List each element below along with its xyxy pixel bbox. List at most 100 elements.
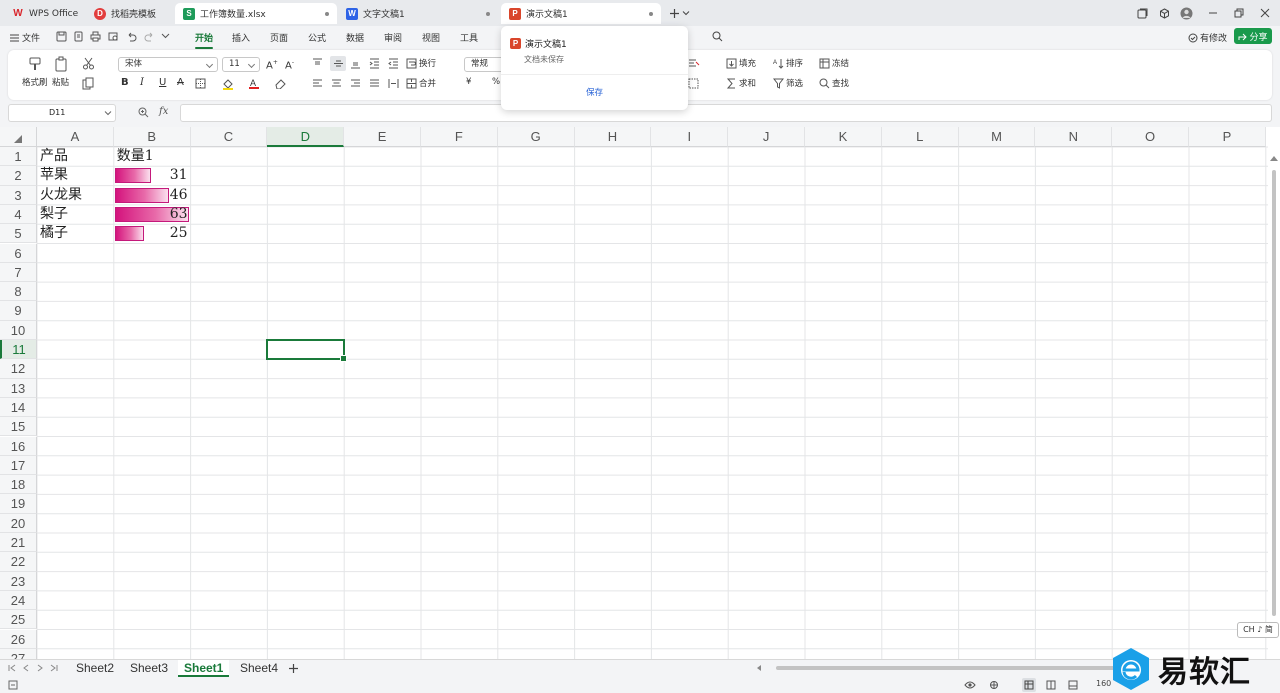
share-button[interactable]: 分享: [1234, 28, 1272, 44]
window-layout-button[interactable]: [1133, 5, 1151, 21]
formula-input[interactable]: [180, 104, 1272, 122]
fill-button[interactable]: 填充: [726, 57, 756, 69]
row-header-11[interactable]: 11: [0, 340, 37, 360]
select-all-corner[interactable]: [0, 127, 37, 147]
cell-style-button[interactable]: [688, 78, 700, 89]
close-window-button[interactable]: [1256, 5, 1274, 21]
row-header-21[interactable]: 21: [0, 533, 37, 553]
border-button[interactable]: [195, 78, 206, 89]
cube-button[interactable]: [1155, 5, 1173, 21]
name-box[interactable]: D11: [8, 104, 116, 122]
row-header-23[interactable]: 23: [0, 571, 37, 591]
row-header-13[interactable]: 13: [0, 378, 37, 398]
minimize-button[interactable]: [1204, 5, 1222, 21]
column-header-m[interactable]: M: [958, 127, 1036, 147]
copy-button[interactable]: [82, 77, 95, 90]
next-sheet-icon[interactable]: [36, 664, 44, 672]
product-cell[interactable]: 梨子: [40, 205, 111, 224]
justify-button[interactable]: [369, 78, 380, 89]
page-layout-icon[interactable]: [1046, 680, 1056, 690]
tab-page[interactable]: 页面: [270, 31, 288, 44]
sum-button[interactable]: 求和: [726, 77, 756, 89]
strikethrough-button[interactable]: A: [177, 77, 184, 88]
column-header-g[interactable]: G: [497, 127, 575, 147]
cut-button[interactable]: [82, 57, 95, 70]
tab-workbook[interactable]: S 工作簿数量.xlsx: [175, 3, 337, 24]
save-quick-button[interactable]: [56, 31, 67, 42]
column-header-e[interactable]: E: [344, 127, 421, 147]
row-header-27[interactable]: 27: [0, 648, 37, 659]
align-center-button[interactable]: [331, 78, 342, 89]
wrap-text-button[interactable]: 换行: [406, 57, 436, 69]
active-cell[interactable]: [266, 339, 347, 363]
row-header-3[interactable]: 3: [0, 185, 37, 205]
currency-button[interactable]: ¥: [466, 77, 471, 87]
product-cell[interactable]: 橘子: [40, 224, 111, 243]
underline-button[interactable]: U: [159, 77, 166, 88]
column-header-f[interactable]: F: [421, 127, 498, 147]
prev-sheet-icon[interactable]: [22, 664, 30, 672]
spreadsheet-grid[interactable]: ABCDEFGHIJKLMNOP 1 2 3 4 5 6 7 8 9 10 11 12 13 14 15 16…: [0, 127, 1280, 659]
align-middle-button[interactable]: [330, 56, 346, 71]
font-name-select[interactable]: 宋体: [118, 57, 218, 72]
conditional-format-button[interactable]: [688, 58, 700, 69]
indent-decrease-button[interactable]: [369, 58, 380, 69]
export-pdf-button[interactable]: [73, 31, 84, 42]
hscroll-left-button[interactable]: [756, 665, 762, 671]
percent-button[interactable]: %: [492, 77, 500, 87]
tab-docer[interactable]: D 找稻壳模板: [86, 3, 170, 24]
column-header-b[interactable]: B: [113, 127, 191, 147]
header-cell-product[interactable]: 产品: [40, 147, 111, 166]
font-size-select[interactable]: 11: [222, 57, 260, 72]
column-header-o[interactable]: O: [1112, 127, 1189, 147]
tab-tools[interactable]: 工具: [460, 31, 478, 44]
ime-indicator[interactable]: CH ♪ 简: [1237, 622, 1279, 638]
decrease-font-button[interactable]: A-: [285, 59, 294, 71]
user-avatar[interactable]: [1177, 5, 1195, 21]
quick-access-dropdown[interactable]: [161, 31, 170, 40]
tab-list-button[interactable]: [680, 5, 692, 21]
row-header-26[interactable]: 26: [0, 629, 37, 649]
column-header-d[interactable]: D: [267, 127, 345, 147]
row-header-20[interactable]: 20: [0, 513, 37, 533]
first-sheet-icon[interactable]: [8, 664, 16, 672]
row-header-24[interactable]: 24: [0, 590, 37, 611]
tab-wps-office[interactable]: W WPS Office: [4, 3, 82, 24]
tab-formula[interactable]: 公式: [308, 31, 326, 44]
qty-cell[interactable]: 31: [117, 166, 188, 185]
tab-data[interactable]: 数据: [346, 31, 364, 44]
align-top-button[interactable]: [312, 58, 323, 69]
fx-button[interactable]: fx: [159, 106, 168, 117]
row-header-6[interactable]: 6: [0, 243, 37, 263]
align-right-button[interactable]: [350, 78, 361, 89]
header-cell-qty[interactable]: 数量1: [117, 147, 188, 166]
column-header-i[interactable]: I: [651, 127, 729, 147]
zoom-level[interactable]: 160: [1096, 679, 1111, 688]
align-bottom-button[interactable]: [350, 58, 361, 69]
row-header-5[interactable]: 5: [0, 224, 37, 244]
row-header-18[interactable]: 18: [0, 475, 37, 495]
row-header-2[interactable]: 2: [0, 166, 37, 186]
font-color-button[interactable]: A: [248, 77, 260, 89]
column-header-k[interactable]: K: [805, 127, 882, 147]
row-header-17[interactable]: 17: [0, 455, 37, 476]
sheet-tab-sheet3[interactable]: Sheet3: [124, 660, 174, 677]
row-header-12[interactable]: 12: [0, 359, 37, 379]
name-box-dropdown[interactable]: [104, 109, 112, 117]
unsaved-dot-icon[interactable]: [325, 12, 329, 16]
column-header-j[interactable]: J: [728, 127, 805, 147]
sheet-tab-sheet1[interactable]: Sheet1: [178, 660, 230, 677]
row-header-8[interactable]: 8: [0, 282, 37, 302]
normal-view-button[interactable]: [1022, 678, 1036, 692]
find-button[interactable]: 查找: [819, 77, 849, 89]
popup-save-button[interactable]: 保存: [501, 86, 688, 98]
vertical-scroll-thumb[interactable]: [1272, 170, 1276, 616]
sheet-tab-sheet4[interactable]: Sheet4: [234, 660, 284, 677]
row-header-7[interactable]: 7: [0, 262, 37, 283]
sheet-tab-sheet2[interactable]: Sheet2: [70, 660, 120, 677]
column-header-p[interactable]: P: [1189, 127, 1266, 147]
row-header-16[interactable]: 16: [0, 436, 37, 456]
row-header-22[interactable]: 22: [0, 552, 37, 572]
column-header-n[interactable]: N: [1035, 127, 1113, 147]
sort-button[interactable]: A 排序: [773, 57, 803, 69]
